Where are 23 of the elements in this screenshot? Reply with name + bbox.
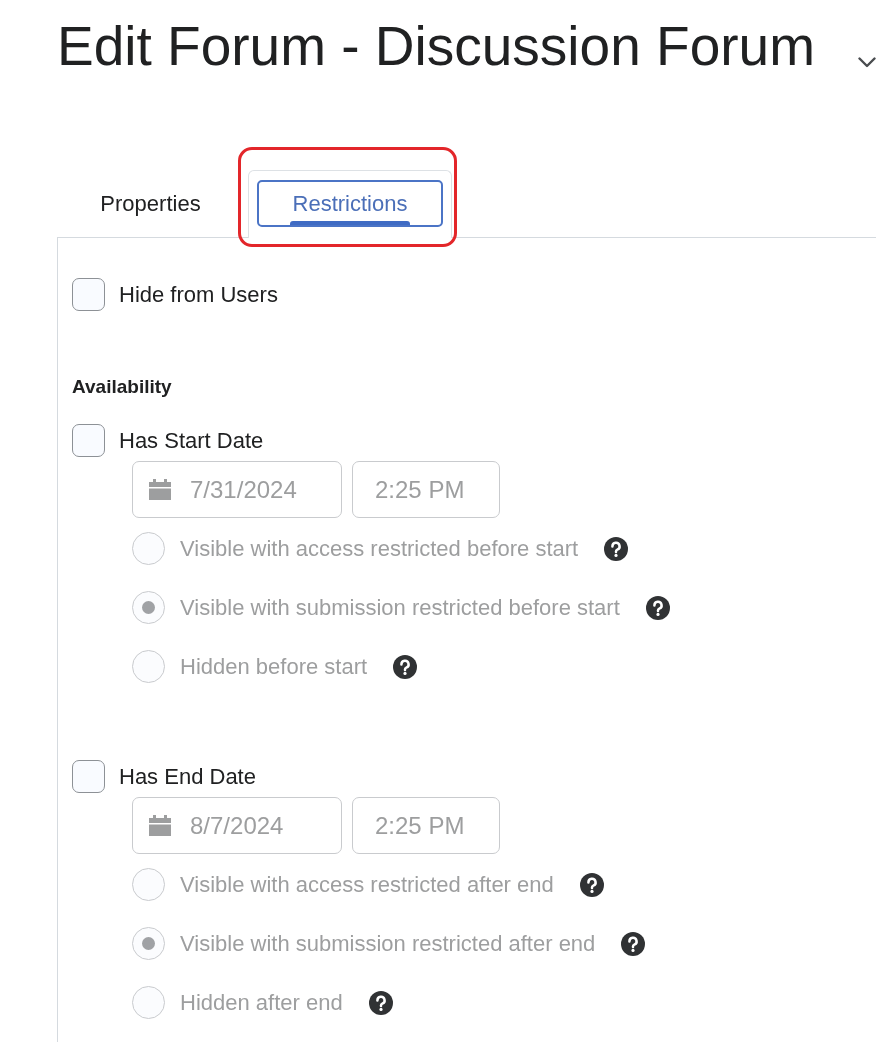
tab[interactable]: Properties — [80, 180, 221, 227]
help-icon[interactable] — [368, 990, 393, 1015]
option-label: Visible with submission restricted after end — [180, 930, 596, 958]
option-label: Visible with access restricted before start — [180, 535, 579, 563]
help-icon[interactable] — [579, 872, 604, 897]
section-heading: Availability — [72, 377, 172, 397]
chevron-down-icon[interactable] — [858, 57, 876, 68]
checkbox-label: Has End Date — [119, 763, 256, 791]
option-label: Visible with access restricted after end — [180, 871, 554, 899]
checkbox[interactable] — [72, 278, 105, 311]
checkbox-label: Has Start Date — [119, 427, 264, 455]
option-label: Visible with submission restricted before start — [180, 594, 620, 622]
page-title: Edit Forum - Discussion Forum — [57, 19, 815, 74]
option-label: Hidden before start — [180, 653, 368, 681]
checkbox-label: Hide from Users — [119, 281, 278, 309]
help-icon[interactable] — [621, 931, 646, 956]
option-label: Hidden after end — [180, 989, 343, 1017]
tab[interactable]: Restrictions — [257, 180, 443, 227]
help-icon[interactable] — [393, 654, 418, 679]
calendar-icon — [149, 479, 171, 500]
help-icon[interactable] — [604, 536, 629, 561]
help-icon[interactable] — [645, 595, 670, 620]
calendar-icon — [149, 815, 171, 836]
